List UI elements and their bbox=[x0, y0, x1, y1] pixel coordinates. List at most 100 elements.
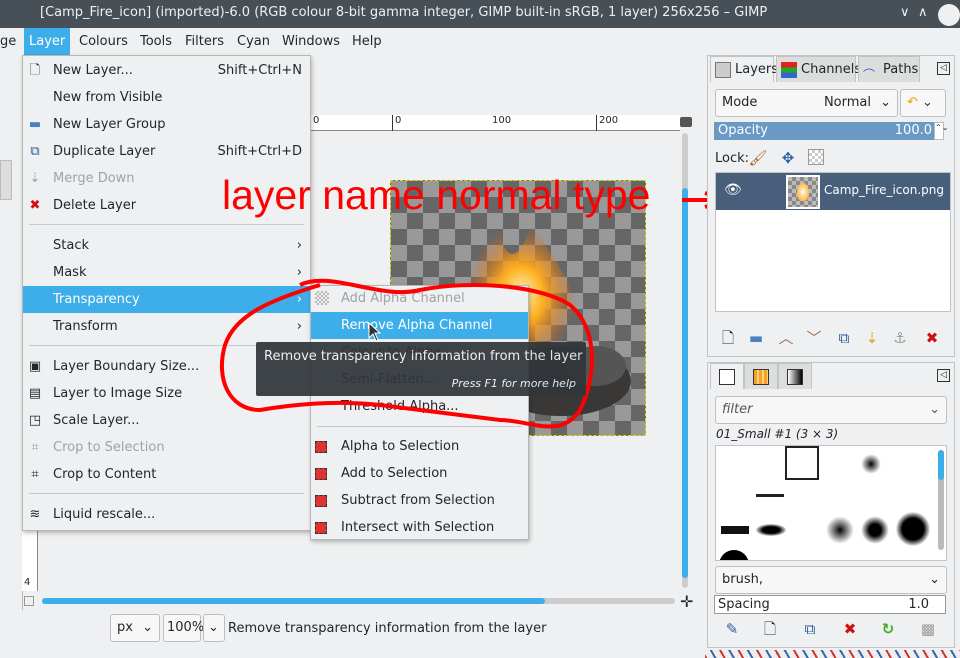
alpha-icon bbox=[315, 318, 331, 334]
toolbox-edge[interactable] bbox=[0, 160, 12, 200]
menu-help[interactable]: Help bbox=[347, 28, 387, 55]
menu-separator bbox=[317, 426, 522, 427]
configure-tab-icon[interactable]: ◁ bbox=[937, 369, 950, 382]
menu-item-label: Transparency bbox=[53, 292, 140, 307]
horizontal-scrollbar[interactable] bbox=[42, 598, 675, 604]
tab-label: Paths bbox=[883, 62, 919, 77]
zoom-input[interactable]: 100% bbox=[163, 614, 204, 642]
spacing-label: Spacing bbox=[718, 597, 770, 612]
menu-item-mask[interactable]: Mask › bbox=[23, 259, 310, 286]
new-layer-group-icon[interactable]: ▬ bbox=[746, 328, 766, 348]
menu-colours[interactable]: Colours bbox=[74, 28, 133, 55]
configure-tab-icon[interactable]: ◁ bbox=[937, 62, 950, 75]
lower-layer-icon[interactable]: ﹀ bbox=[804, 328, 824, 348]
opacity-label: Opacity bbox=[718, 123, 769, 138]
navigate-icon[interactable] bbox=[680, 117, 692, 127]
menu-item-threshold-alpha[interactable]: Threshold Alpha... bbox=[311, 393, 528, 420]
menu-filters[interactable]: Filters bbox=[180, 28, 229, 55]
spacing-slider[interactable]: Spacing 1.0 bbox=[714, 595, 946, 614]
chevron-down-icon: ⌄ bbox=[929, 572, 940, 587]
zoom-dropdown[interactable]: ⌄ bbox=[203, 614, 225, 642]
layer-name[interactable]: Camp_Fire_icon.png bbox=[824, 183, 944, 197]
eye-icon[interactable]: 👁 bbox=[724, 182, 742, 198]
tag-value: brush, bbox=[722, 572, 763, 587]
duplicate-brush-icon[interactable]: ⧉ bbox=[800, 619, 820, 639]
delete-layer-icon[interactable]: ✖ bbox=[922, 328, 942, 348]
selected-brush[interactable] bbox=[785, 446, 819, 480]
maximize-button[interactable]: ∧ bbox=[918, 5, 928, 20]
anchor-layer-icon[interactable]: ⚓ bbox=[890, 328, 910, 348]
brush-icon bbox=[719, 369, 735, 385]
brush-tag-input[interactable]: brush, ⌄ bbox=[715, 566, 947, 594]
menu-item-transform[interactable]: Transform › bbox=[23, 313, 310, 340]
minimize-button[interactable]: ∨ bbox=[900, 5, 910, 20]
layer-thumbnail bbox=[786, 175, 820, 209]
quick-mask-toggle[interactable] bbox=[24, 596, 34, 606]
composite-mode-select[interactable]: ↶ ⌄ bbox=[900, 89, 946, 117]
menu-item-label: Alpha to Selection bbox=[341, 439, 460, 454]
lock-alpha-icon[interactable] bbox=[808, 149, 824, 165]
menu-item-label: Subtract from Selection bbox=[341, 493, 495, 508]
tab-label: Layers bbox=[735, 62, 779, 77]
menu-item-intersect-with-selection[interactable]: Intersect with Selection bbox=[311, 514, 528, 541]
vertical-scrollbar[interactable] bbox=[682, 133, 688, 588]
menu-item-alpha-to-selection[interactable]: Alpha to Selection bbox=[311, 433, 528, 460]
refresh-brushes-icon[interactable]: ↻ bbox=[878, 619, 898, 639]
tab-layers[interactable]: Layers bbox=[710, 56, 778, 82]
new-layer-icon[interactable]: 🗋 bbox=[718, 328, 738, 348]
unit-select[interactable]: px ⌄ bbox=[110, 614, 160, 642]
menu-item-new-from-visible[interactable]: New from Visible bbox=[23, 84, 310, 111]
menu-item-stack[interactable]: Stack › bbox=[23, 232, 310, 259]
lock-position-icon[interactable]: ✥ bbox=[778, 148, 798, 168]
menu-item-scale-layer[interactable]: ◳ Scale Layer... bbox=[23, 407, 310, 434]
mouse-cursor-icon bbox=[368, 322, 382, 342]
delete-brush-icon[interactable]: ✖ bbox=[840, 619, 860, 639]
tab-paths[interactable]: ⌒ Paths bbox=[858, 56, 920, 82]
lock-pixels-icon[interactable]: 🖌 bbox=[748, 148, 768, 168]
menu-item-add-alpha-channel[interactable]: Add Alpha Channel bbox=[311, 285, 528, 312]
close-button[interactable] bbox=[938, 4, 960, 26]
new-brush-icon[interactable]: 🗋 bbox=[760, 619, 780, 639]
menu-item-liquid-rescale[interactable]: ≋ Liquid rescale... bbox=[23, 501, 310, 528]
tab-gradients[interactable] bbox=[778, 363, 812, 389]
menu-item-label: Scale Layer... bbox=[53, 413, 140, 428]
menu-layer[interactable]: Layer bbox=[24, 28, 71, 55]
menu-item-remove-alpha-channel[interactable]: Remove Alpha Channel bbox=[311, 312, 528, 339]
opacity-spinner[interactable]: ⌃⌄ bbox=[934, 122, 948, 140]
selection-icon bbox=[315, 468, 327, 480]
menu-item-transparency[interactable]: Transparency › bbox=[23, 286, 310, 313]
horizontal-ruler[interactable]: 0 0 100 200 bbox=[310, 115, 680, 131]
tab-channels[interactable]: Channels bbox=[776, 56, 861, 82]
brush-grid[interactable] bbox=[715, 445, 947, 561]
ruler-label: 4 bbox=[24, 577, 31, 588]
tab-patterns[interactable] bbox=[744, 363, 778, 389]
navigate-cross-icon[interactable]: ✛ bbox=[680, 592, 693, 611]
duplicate-layer-icon[interactable]: ⧉ bbox=[834, 328, 854, 348]
menu-cyan[interactable]: Cyan bbox=[232, 28, 275, 55]
menu-item-duplicate-layer[interactable]: ⧉ Duplicate Layer Shift+Ctrl+D bbox=[23, 138, 310, 165]
merge-down-icon[interactable]: ⇣ bbox=[862, 328, 882, 348]
menu-item-add-to-selection[interactable]: Add to Selection bbox=[311, 460, 528, 487]
layer-row[interactable]: 👁 Camp_Fire_icon.png bbox=[716, 173, 950, 210]
tab-label: Channels bbox=[801, 62, 862, 77]
menu-item-new-layer[interactable]: 🗋 New Layer... Shift+Ctrl+N bbox=[23, 57, 310, 84]
menu-item-subtract-from-selection[interactable]: Subtract from Selection bbox=[311, 487, 528, 514]
brush-filter-input[interactable]: filter ⌄ bbox=[715, 396, 947, 424]
menu-tools[interactable]: Tools bbox=[135, 28, 177, 55]
menu-item-new-layer-group[interactable]: ▬ New Layer Group bbox=[23, 111, 310, 138]
menu-item-label: Intersect with Selection bbox=[341, 520, 495, 535]
menu-windows[interactable]: Windows bbox=[277, 28, 345, 55]
raise-layer-icon[interactable]: ︿ bbox=[776, 328, 796, 348]
ruler-label: 0 bbox=[310, 115, 319, 131]
duplicate-icon: ⧉ bbox=[30, 144, 40, 159]
status-bar: px ⌄ 100% ⌄ Remove transparency informati… bbox=[22, 612, 704, 646]
tab-brushes[interactable] bbox=[710, 363, 744, 389]
edit-brush-icon[interactable]: ✎ bbox=[722, 619, 742, 639]
title-bar: [Camp_Fire_icon] (imported)-6.0 (RGB col… bbox=[0, 0, 960, 28]
opacity-slider[interactable]: Opacity 100.0 bbox=[714, 122, 934, 140]
menu-item-crop-to-content[interactable]: ⌗ Crop to Content bbox=[23, 461, 310, 488]
mode-select[interactable]: Mode Normal ⌄ bbox=[715, 89, 898, 117]
open-as-image-icon[interactable]: ▩ bbox=[918, 619, 938, 639]
menu-item-crop-to-selection[interactable]: ⌗ Crop to Selection bbox=[23, 434, 310, 461]
menu-image[interactable]: ge bbox=[0, 28, 21, 55]
